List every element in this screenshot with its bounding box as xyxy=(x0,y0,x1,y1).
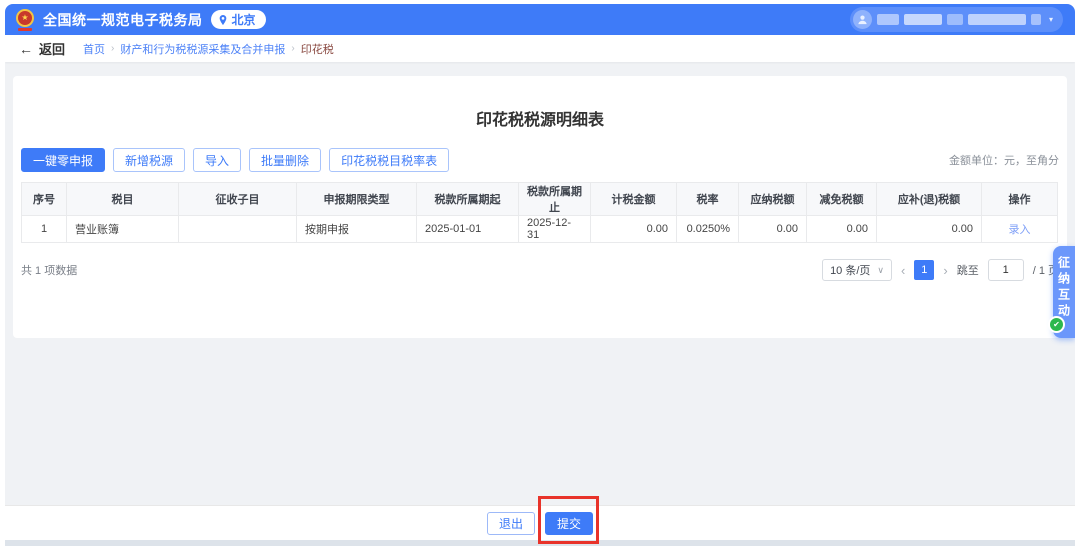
user-avatar-icon xyxy=(853,10,872,29)
chevron-down-icon: ∨ xyxy=(877,265,884,276)
brand-area: ★ 全国统一规范电子税务局 北京 xyxy=(15,7,266,33)
bottom-strip xyxy=(5,540,1075,546)
breadcrumb-separator: › xyxy=(291,43,294,54)
location-label: 北京 xyxy=(232,11,256,28)
back-arrow-icon: ← xyxy=(19,41,33,57)
submit-button-wrap: 提交 xyxy=(545,512,593,535)
main-content: 印花税税源明细表 一键零申报 新增税源 导入 批量删除 印花税税目税率表 金额单… xyxy=(5,62,1075,505)
add-tax-source-button[interactable]: 新增税源 xyxy=(113,148,185,172)
cell-taxable-amount: 0.00 xyxy=(591,216,677,243)
breadcrumb-bar: ← 返回 首页 › 财产和行为税税源采集及合并申报 › 印花税 xyxy=(5,35,1075,62)
stamp-tax-card: 印花税税源明细表 一键零申报 新增税源 导入 批量删除 印花税税目税率表 金额单… xyxy=(13,76,1067,338)
amount-unit-note: 金额单位：元，至角分 xyxy=(949,152,1059,168)
back-button[interactable]: ← 返回 xyxy=(19,39,65,58)
cell-tax-supplement: 0.00 xyxy=(877,216,982,243)
cell-period-type: 按期申报 xyxy=(297,216,417,243)
footer-action-bar: 退出 提交 xyxy=(5,505,1075,540)
tax-rate-table-button[interactable]: 印花税税目税率表 xyxy=(329,148,449,172)
jump-to-label: 跳至 xyxy=(957,262,979,278)
page-title: 印花税税源明细表 xyxy=(13,76,1067,130)
back-label: 返回 xyxy=(39,39,65,58)
tax-interaction-label: 征纳互动 xyxy=(1056,256,1073,320)
breadcrumb-separator: › xyxy=(111,43,114,54)
breadcrumb-item-current: 印花税 xyxy=(301,41,334,57)
col-header-action: 操作 xyxy=(982,183,1058,216)
batch-delete-button[interactable]: 批量删除 xyxy=(249,148,321,172)
cell-period-end: 2025-12-31 xyxy=(519,216,591,243)
top-header-bar: ★ 全国统一规范电子税务局 北京 ▾ xyxy=(5,4,1075,35)
cell-period-start: 2025-01-01 xyxy=(417,216,519,243)
redacted-user-info xyxy=(1031,14,1041,25)
redacted-user-info xyxy=(947,14,963,25)
cell-tax-item: 营业账簿 xyxy=(67,216,179,243)
col-header-tax-item: 税目 xyxy=(67,183,179,216)
col-header-sub-item: 征收子目 xyxy=(179,183,297,216)
page-size-select[interactable]: 10 条/页 ∨ xyxy=(822,259,892,281)
cell-seq: 1 xyxy=(22,216,67,243)
cell-tax-reduction: 0.00 xyxy=(807,216,877,243)
cell-action: 录入 xyxy=(982,216,1058,243)
breadcrumb: 首页 › 财产和行为税税源采集及合并申报 › 印花税 xyxy=(83,41,334,57)
total-count-text: 共 1 项数据 xyxy=(21,262,77,278)
tax-source-table: 序号 税目 征收子目 申报期限类型 税款所属期起 税款所属期止 计税金额 税率 … xyxy=(21,182,1058,243)
cell-tax-rate: 0.0250% xyxy=(677,216,739,243)
breadcrumb-item-collection[interactable]: 财产和行为税税源采集及合并申报 xyxy=(120,41,285,57)
next-page-button[interactable]: › xyxy=(943,263,947,278)
table-row: 1 营业账簿 按期申报 2025-01-01 2025-12-31 0.00 0… xyxy=(22,216,1058,243)
pagination: 10 条/页 ∨ ‹ 1 › 跳至 / 1 页 xyxy=(822,259,1059,281)
table-footer: 共 1 项数据 10 条/页 ∨ ‹ 1 › 跳至 / 1 页 xyxy=(21,259,1059,281)
jump-page-input[interactable] xyxy=(988,259,1024,281)
col-header-period-type: 申报期限类型 xyxy=(297,183,417,216)
col-header-tax-reduction: 减免税额 xyxy=(807,183,877,216)
interaction-check-icon: ✔ xyxy=(1048,316,1065,333)
col-header-taxable-amount: 计税金额 xyxy=(591,183,677,216)
location-badge[interactable]: 北京 xyxy=(211,10,266,29)
breadcrumb-item-home[interactable]: 首页 xyxy=(83,41,105,57)
prev-page-button[interactable]: ‹ xyxy=(901,263,905,278)
one-click-zero-declare-button[interactable]: 一键零申报 xyxy=(21,148,105,172)
emblem-caption xyxy=(18,28,32,31)
col-header-tax-rate: 税率 xyxy=(677,183,739,216)
redacted-user-info xyxy=(877,14,899,25)
col-header-seq: 序号 xyxy=(22,183,67,216)
chevron-down-icon: ▾ xyxy=(1049,15,1053,24)
cell-tax-payable: 0.00 xyxy=(739,216,807,243)
col-header-period-end: 税款所属期止 xyxy=(519,183,591,216)
page-size-value: 10 条/页 xyxy=(830,262,870,278)
exit-button[interactable]: 退出 xyxy=(487,512,535,535)
user-account-menu[interactable]: ▾ xyxy=(850,7,1063,32)
tax-interaction-tab[interactable]: 征纳互动 ✔ xyxy=(1053,246,1075,338)
enter-data-link[interactable]: 录入 xyxy=(1009,224,1031,236)
col-header-period-start: 税款所属期起 xyxy=(417,183,519,216)
import-button[interactable]: 导入 xyxy=(193,148,241,172)
app-window: ★ 全国统一规范电子税务局 北京 ▾ ← 返回 首 xyxy=(5,4,1075,546)
location-pin-icon xyxy=(218,15,228,25)
redacted-user-info xyxy=(968,14,1026,25)
redacted-user-info xyxy=(904,14,942,25)
col-header-tax-payable: 应纳税额 xyxy=(739,183,807,216)
page-number-button[interactable]: 1 xyxy=(914,260,934,280)
app-title: 全国统一规范电子税务局 xyxy=(43,10,203,30)
submit-button[interactable]: 提交 xyxy=(545,512,593,535)
emblem-star-icon: ★ xyxy=(16,9,34,27)
col-header-tax-supplement: 应补(退)税额 xyxy=(877,183,982,216)
toolbar: 一键零申报 新增税源 导入 批量删除 印花税税目税率表 金额单位：元，至角分 xyxy=(21,148,1059,172)
national-emblem-logo: ★ xyxy=(15,7,35,33)
table-header-row: 序号 税目 征收子目 申报期限类型 税款所属期起 税款所属期止 计税金额 税率 … xyxy=(22,183,1058,216)
cell-sub-item xyxy=(179,216,297,243)
